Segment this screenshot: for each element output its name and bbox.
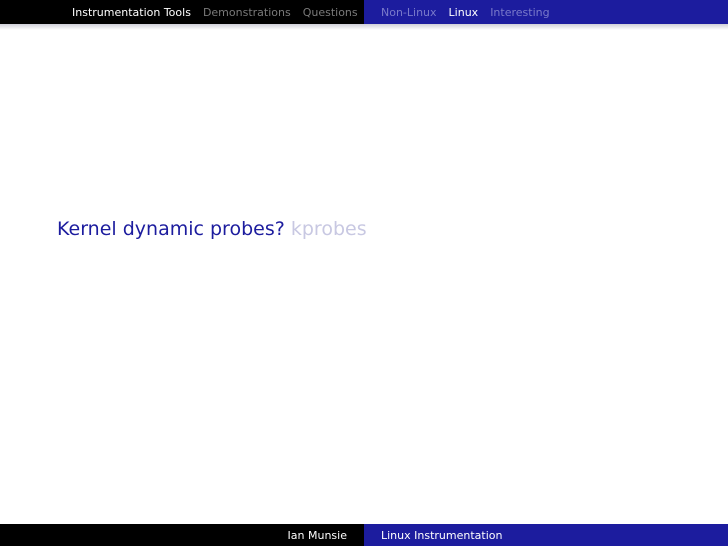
header-bar: Instrumentation Tools Demonstrations Que… [0, 0, 728, 24]
footer-author-box: Ian Munsie [0, 524, 364, 546]
footer-bar: Ian Munsie Linux Instrumentation [0, 524, 728, 546]
subsection-nav: Non-Linux Linux Interesting [364, 0, 728, 24]
nav-subsection-interesting[interactable]: Interesting [490, 6, 549, 19]
nav-subsection-linux[interactable]: Linux [449, 6, 479, 19]
footer-title-box: Linux Instrumentation [364, 524, 728, 546]
nav-section-questions[interactable]: Questions [303, 6, 358, 19]
slide-title-main: Kernel dynamic probes? [57, 218, 285, 240]
nav-section-demonstrations[interactable]: Demonstrations [203, 6, 291, 19]
nav-subsection-non-linux[interactable]: Non-Linux [381, 6, 437, 19]
footer-author: Ian Munsie [287, 528, 347, 542]
nav-section-instrumentation-tools[interactable]: Instrumentation Tools [72, 6, 191, 19]
section-nav: Instrumentation Tools Demonstrations Que… [0, 0, 364, 24]
slide-title: Kernel dynamic probes? kprobes [57, 218, 367, 240]
footer-talk-title: Linux Instrumentation [381, 528, 503, 542]
header-shadow [0, 24, 728, 30]
slide-title-subtitle: kprobes [290, 218, 367, 240]
